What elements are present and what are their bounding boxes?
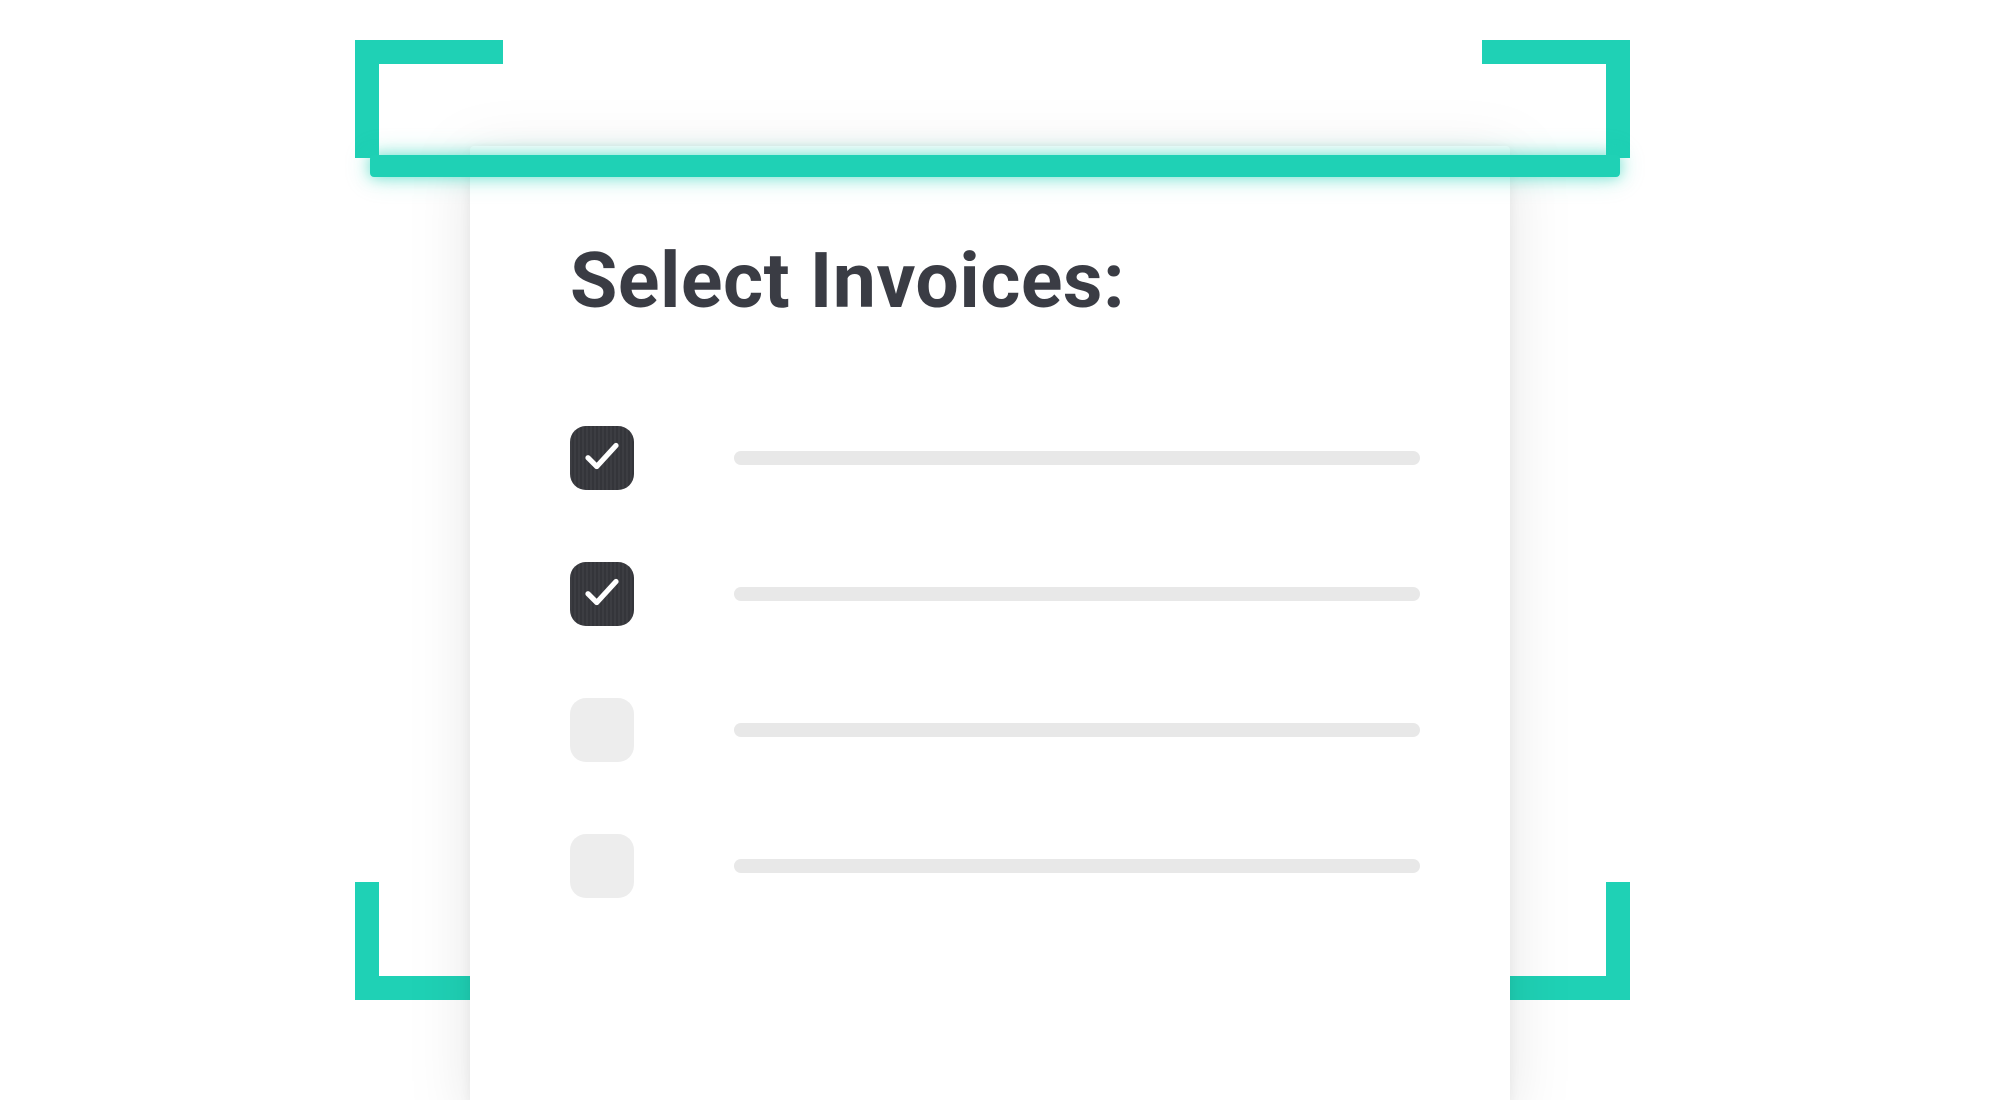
invoice-line-placeholder [734, 451, 1420, 465]
checkmark-icon [581, 571, 623, 617]
invoice-row [570, 698, 1420, 762]
card-title: Select Invoices: [570, 236, 1420, 326]
invoice-checkbox[interactable] [570, 562, 634, 626]
invoice-row [570, 562, 1420, 626]
scan-bar [370, 155, 1620, 177]
document-card: Select Invoices: [470, 146, 1510, 1100]
invoice-rows [570, 426, 1420, 898]
invoice-row [570, 426, 1420, 490]
invoice-row [570, 834, 1420, 898]
invoice-checkbox[interactable] [570, 834, 634, 898]
invoice-checkbox[interactable] [570, 698, 634, 762]
checkmark-icon [581, 435, 623, 481]
invoice-line-placeholder [734, 723, 1420, 737]
invoice-checkbox[interactable] [570, 426, 634, 490]
scan-stage: Select Invoices: [0, 0, 2000, 1100]
invoice-line-placeholder [734, 587, 1420, 601]
invoice-line-placeholder [734, 859, 1420, 873]
